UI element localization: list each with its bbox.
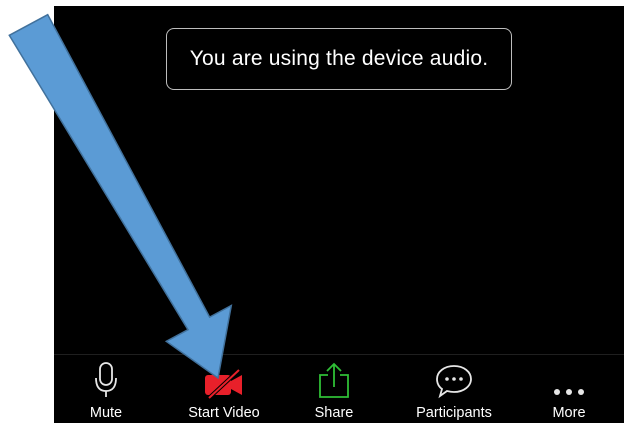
share-button[interactable]: Share <box>304 355 364 423</box>
mute-label: Mute <box>89 405 123 421</box>
microphone-icon <box>93 355 119 399</box>
meeting-toolbar: Mute Start Video Share Participants More <box>54 354 624 423</box>
audio-toast: You are using the device audio. <box>166 28 512 90</box>
share-label: Share <box>314 405 354 421</box>
chat-bubble-icon <box>434 355 474 399</box>
meeting-screen: You are using the device audio. Mute Sta… <box>54 6 624 423</box>
share-icon <box>317 355 351 399</box>
more-button[interactable]: More <box>539 355 599 423</box>
mute-button[interactable]: Mute <box>76 355 136 423</box>
participants-button[interactable]: Participants <box>404 355 504 423</box>
start-video-label: Start Video <box>188 405 260 421</box>
video-off-icon <box>204 355 244 399</box>
participants-label: Participants <box>416 405 492 421</box>
start-video-button[interactable]: Start Video <box>174 355 274 423</box>
more-dots-icon <box>552 355 586 399</box>
more-label: More <box>552 405 586 421</box>
